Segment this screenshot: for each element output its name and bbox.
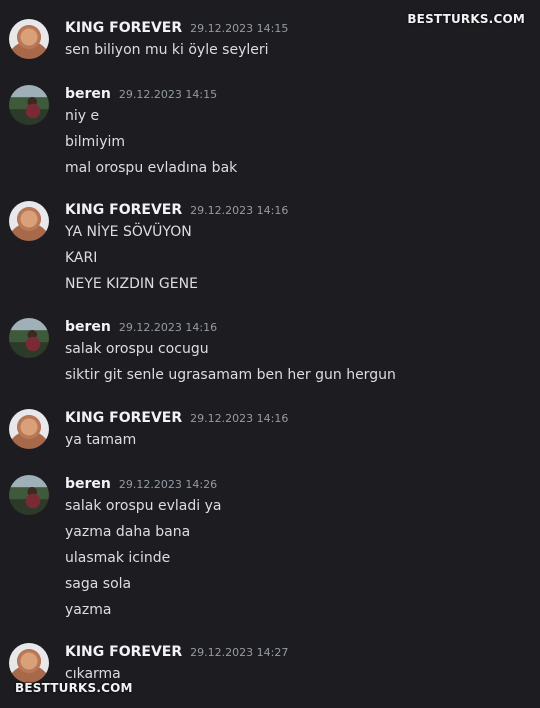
message-text: salak orospu evladi ya [65,498,222,514]
timestamp: 29.12.2023 14:16 [190,204,289,217]
message-text: cıkarma [65,666,121,682]
message-text: mal orospu evladına bak [65,160,238,176]
username[interactable]: beren [65,476,111,492]
avatar[interactable] [9,318,49,358]
message-header: beren 29.12.2023 14:16 [65,319,217,335]
message-text: ulasmak icinde [65,550,171,566]
message-text: salak orospu cocugu [65,341,209,357]
message-text: ya tamam [65,432,137,448]
message-text: niy e [65,108,100,124]
message-header: KING FOREVER 29.12.2023 14:27 [65,644,288,660]
username[interactable]: beren [65,319,111,335]
username[interactable]: KING FOREVER [65,202,182,218]
username[interactable]: beren [65,86,111,102]
avatar[interactable] [9,201,49,241]
timestamp: 29.12.2023 14:16 [190,412,289,425]
avatar[interactable] [9,409,49,449]
avatar[interactable] [9,19,49,59]
message-header: beren 29.12.2023 14:15 [65,86,217,102]
message-header: KING FOREVER 29.12.2023 14:16 [65,410,288,426]
message-text: siktir git senle ugrasamam ben her gun h… [65,367,396,383]
watermark: BESTTURKS.COM [15,681,133,695]
avatar[interactable] [9,85,49,125]
message-text: KARI [65,250,98,266]
message-text: YA NİYE SÖVÜYON [65,224,192,240]
message-text: yazma daha bana [65,524,191,540]
message-header: KING FOREVER 29.12.2023 14:16 [65,202,288,218]
message-text: sen biliyon mu ki öyle seyleri [65,42,269,58]
message-header: beren 29.12.2023 14:26 [65,476,217,492]
timestamp: 29.12.2023 14:15 [190,22,289,35]
message-text: NEYE KIZDIN GENE [65,276,198,292]
avatar[interactable] [9,475,49,515]
message-text: bilmiyim [65,134,126,150]
username[interactable]: KING FOREVER [65,410,182,426]
username[interactable]: KING FOREVER [65,644,182,660]
username[interactable]: KING FOREVER [65,20,182,36]
watermark: BESTTURKS.COM [407,12,525,26]
avatar[interactable] [9,643,49,683]
timestamp: 29.12.2023 14:27 [190,646,289,659]
message-text: yazma [65,602,112,618]
timestamp: 29.12.2023 14:26 [118,478,218,491]
message-text: saga sola [65,576,132,592]
timestamp: 29.12.2023 14:15 [118,88,218,101]
message-header: KING FOREVER 29.12.2023 14:15 [65,20,288,36]
timestamp: 29.12.2023 14:16 [118,321,218,334]
